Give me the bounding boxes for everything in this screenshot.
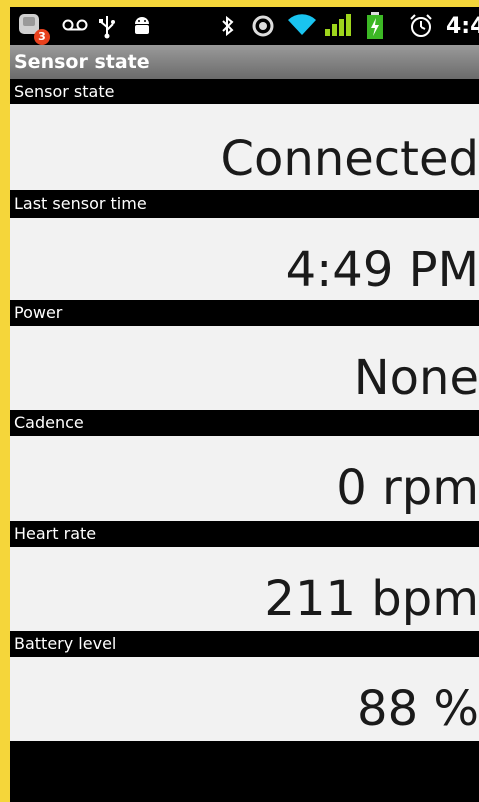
field-label-last-sensor-time: Last sensor time bbox=[10, 190, 479, 218]
bluetooth-icon bbox=[222, 15, 234, 37]
alarm-icon bbox=[410, 14, 432, 37]
wifi-icon bbox=[288, 14, 316, 36]
status-bar: 3 4:4 bbox=[10, 7, 479, 45]
field-value-battery-level: 88 % bbox=[10, 657, 479, 741]
sync-icon bbox=[252, 15, 274, 37]
voicemail-icon bbox=[62, 19, 88, 31]
status-clock: 4:49 bbox=[446, 14, 479, 39]
field-label-battery-level: Battery level bbox=[10, 631, 479, 657]
field-label-sensor-state: Sensor state bbox=[10, 79, 479, 104]
field-value-last-sensor-time: 4:49 PM bbox=[10, 218, 479, 300]
field-value-sensor-state: Connected bbox=[10, 104, 479, 190]
android-debug-icon bbox=[135, 17, 149, 34]
field-label-heart-rate: Heart rate bbox=[10, 521, 479, 547]
battery-charging-icon bbox=[367, 12, 383, 39]
field-label-cadence: Cadence bbox=[10, 410, 479, 436]
notification-count-badge: 3 bbox=[34, 29, 50, 45]
phone-screen: 3 4:4 Sensor state Sensor state Connecte… bbox=[10, 7, 479, 802]
field-value-power: None bbox=[10, 326, 479, 410]
field-value-heart-rate: 211 bpm bbox=[10, 547, 479, 631]
title-bar: Sensor state bbox=[10, 45, 479, 79]
signal-icon bbox=[325, 14, 351, 36]
field-label-power: Power bbox=[10, 300, 479, 326]
usb-icon bbox=[99, 16, 115, 39]
field-value-cadence: 0 rpm bbox=[10, 436, 479, 521]
